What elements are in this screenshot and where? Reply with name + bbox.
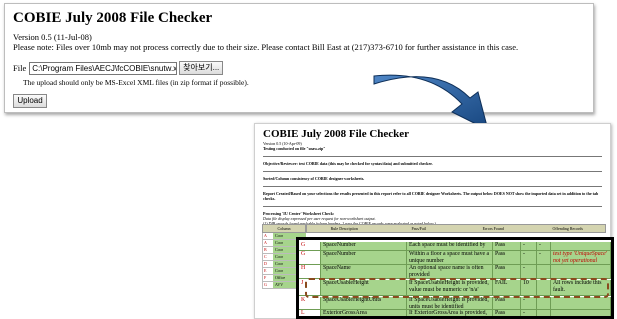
- cell-field: ExteriorGrossArea: [321, 310, 407, 316]
- table-row: H SpaceName An optional space name is of…: [299, 265, 611, 279]
- row-letter: G: [264, 282, 267, 287]
- divider: [263, 156, 602, 157]
- report-rule-header: Rule Description Pass/Fail Errors Found …: [306, 224, 606, 233]
- cell-column: G: [299, 251, 321, 265]
- cell-records: [551, 297, 611, 310]
- cell-errors: -: [521, 251, 537, 265]
- row-letter: D: [264, 261, 267, 266]
- table-row: L ExteriorGrossArea If ExteriorGrossArea…: [299, 310, 611, 316]
- cell-extra: -: [537, 251, 551, 265]
- divider: [263, 171, 602, 172]
- table-header: Column: [262, 224, 306, 233]
- cell-column: L: [299, 310, 321, 316]
- cell-records: test type 'UniqueSpace' not yet operatio…: [551, 251, 611, 265]
- cell-field: SpaceUsableHeight: [321, 280, 407, 296]
- cell-field: SpaceNumber: [321, 251, 407, 265]
- cell-column: G: [299, 242, 321, 251]
- cell-status: Pass: [493, 242, 521, 251]
- cell-records: [551, 310, 611, 316]
- report-note: Report Created/Based on your selections …: [263, 191, 599, 201]
- size-note: Please note: Files over 10mb may not pro…: [13, 42, 519, 52]
- cell-errors: -: [521, 265, 537, 279]
- cell-column: J: [299, 280, 321, 296]
- cell-errors: -: [521, 242, 537, 251]
- cell-rule: If SpaceUsableHeight is provided, value …: [407, 280, 493, 296]
- cell-rule: An optional space name is often provided: [407, 265, 493, 279]
- row-letter: B: [264, 247, 267, 252]
- cell-records: All rows include this fault.: [551, 280, 611, 296]
- upload-page-window: COBIE July 2008 File Checker Version 0.5…: [4, 3, 594, 113]
- cell-records: [551, 242, 611, 251]
- table-row: G SpaceNumber Within a floor a space mus…: [299, 251, 611, 265]
- cell-field: SpaceNumber: [321, 242, 407, 251]
- cell-column: H: [299, 265, 321, 279]
- report-sorted: Sorted/Column consistency of COBIE desig…: [263, 176, 365, 181]
- cell-errors: -: [521, 310, 537, 316]
- report-objective: Objective/Reviewer: test COBIE data (thi…: [263, 161, 433, 166]
- divider: [263, 206, 602, 207]
- report-testing-line: Testing conducted on file "snaw.zip": [263, 146, 326, 151]
- report-title: COBIE July 2008 File Checker: [263, 128, 410, 140]
- row-letter: E: [264, 268, 267, 273]
- cell-extra: [537, 280, 551, 296]
- col-errors-found: Errors Found: [482, 226, 504, 231]
- col-pass-fail: Pass/Fail: [411, 226, 426, 231]
- table-row-failed: J SpaceUsableHeight If SpaceUsableHeight…: [299, 280, 611, 296]
- row-letter: A: [264, 240, 267, 245]
- browse-button[interactable]: 찾아보기...: [179, 61, 224, 75]
- page-title: COBIE July 2008 File Checker: [13, 10, 213, 26]
- col-rule-description: Rule Description: [330, 226, 358, 231]
- upload-note: The upload should only be MS-Excel XML f…: [23, 78, 249, 87]
- file-path-input[interactable]: C:\Program Files\AECJ\fcCOBIE\snutw.x: [29, 61, 178, 75]
- cell-status: Pass: [493, 251, 521, 265]
- table-row: K SpaceUsableHeightUnits If SpaceUsableH…: [299, 297, 611, 310]
- col-offending-records: Offending Records: [552, 226, 583, 231]
- cell-extra: [537, 297, 551, 310]
- cell-field: SpaceUsableHeightUnits: [321, 297, 407, 310]
- upload-button[interactable]: Upload: [13, 94, 47, 108]
- table-row: G SpaceNumber Each space must be identif…: [299, 242, 611, 251]
- row-letter: F: [264, 275, 267, 280]
- cell-column: K: [299, 297, 321, 310]
- cell-rule: If SpaceUsableHeight is provided, units …: [407, 297, 493, 310]
- cell-rule: If ExteriorGrossArea is provided, value …: [407, 310, 493, 316]
- cell-status: Pass: [493, 297, 521, 310]
- cell-extra: -: [537, 242, 551, 251]
- cell-status: Pass: [493, 310, 521, 316]
- cell-errors: 10: [521, 280, 537, 296]
- version-text: Version 0.5 (11-Jul-08): [13, 32, 92, 42]
- file-label: File: [13, 63, 27, 73]
- cell-errors: -: [521, 297, 537, 310]
- cell-rule: Within a floor a space must have a uniqu…: [407, 251, 493, 265]
- cell-field: SpaceName: [321, 265, 407, 279]
- row-letter: C: [264, 254, 267, 259]
- cell-records: [551, 265, 611, 279]
- cell-rule: Each space must be identified by name: [407, 242, 493, 251]
- cell-status: FAIL: [493, 280, 521, 296]
- row-letter: A: [264, 233, 267, 238]
- divider: [263, 186, 602, 187]
- cell-extra: [537, 265, 551, 279]
- cell-status: Pass: [493, 265, 521, 279]
- cell-extra: [537, 310, 551, 316]
- zoomed-results-box: G SpaceNumber Each space must be identif…: [296, 237, 614, 319]
